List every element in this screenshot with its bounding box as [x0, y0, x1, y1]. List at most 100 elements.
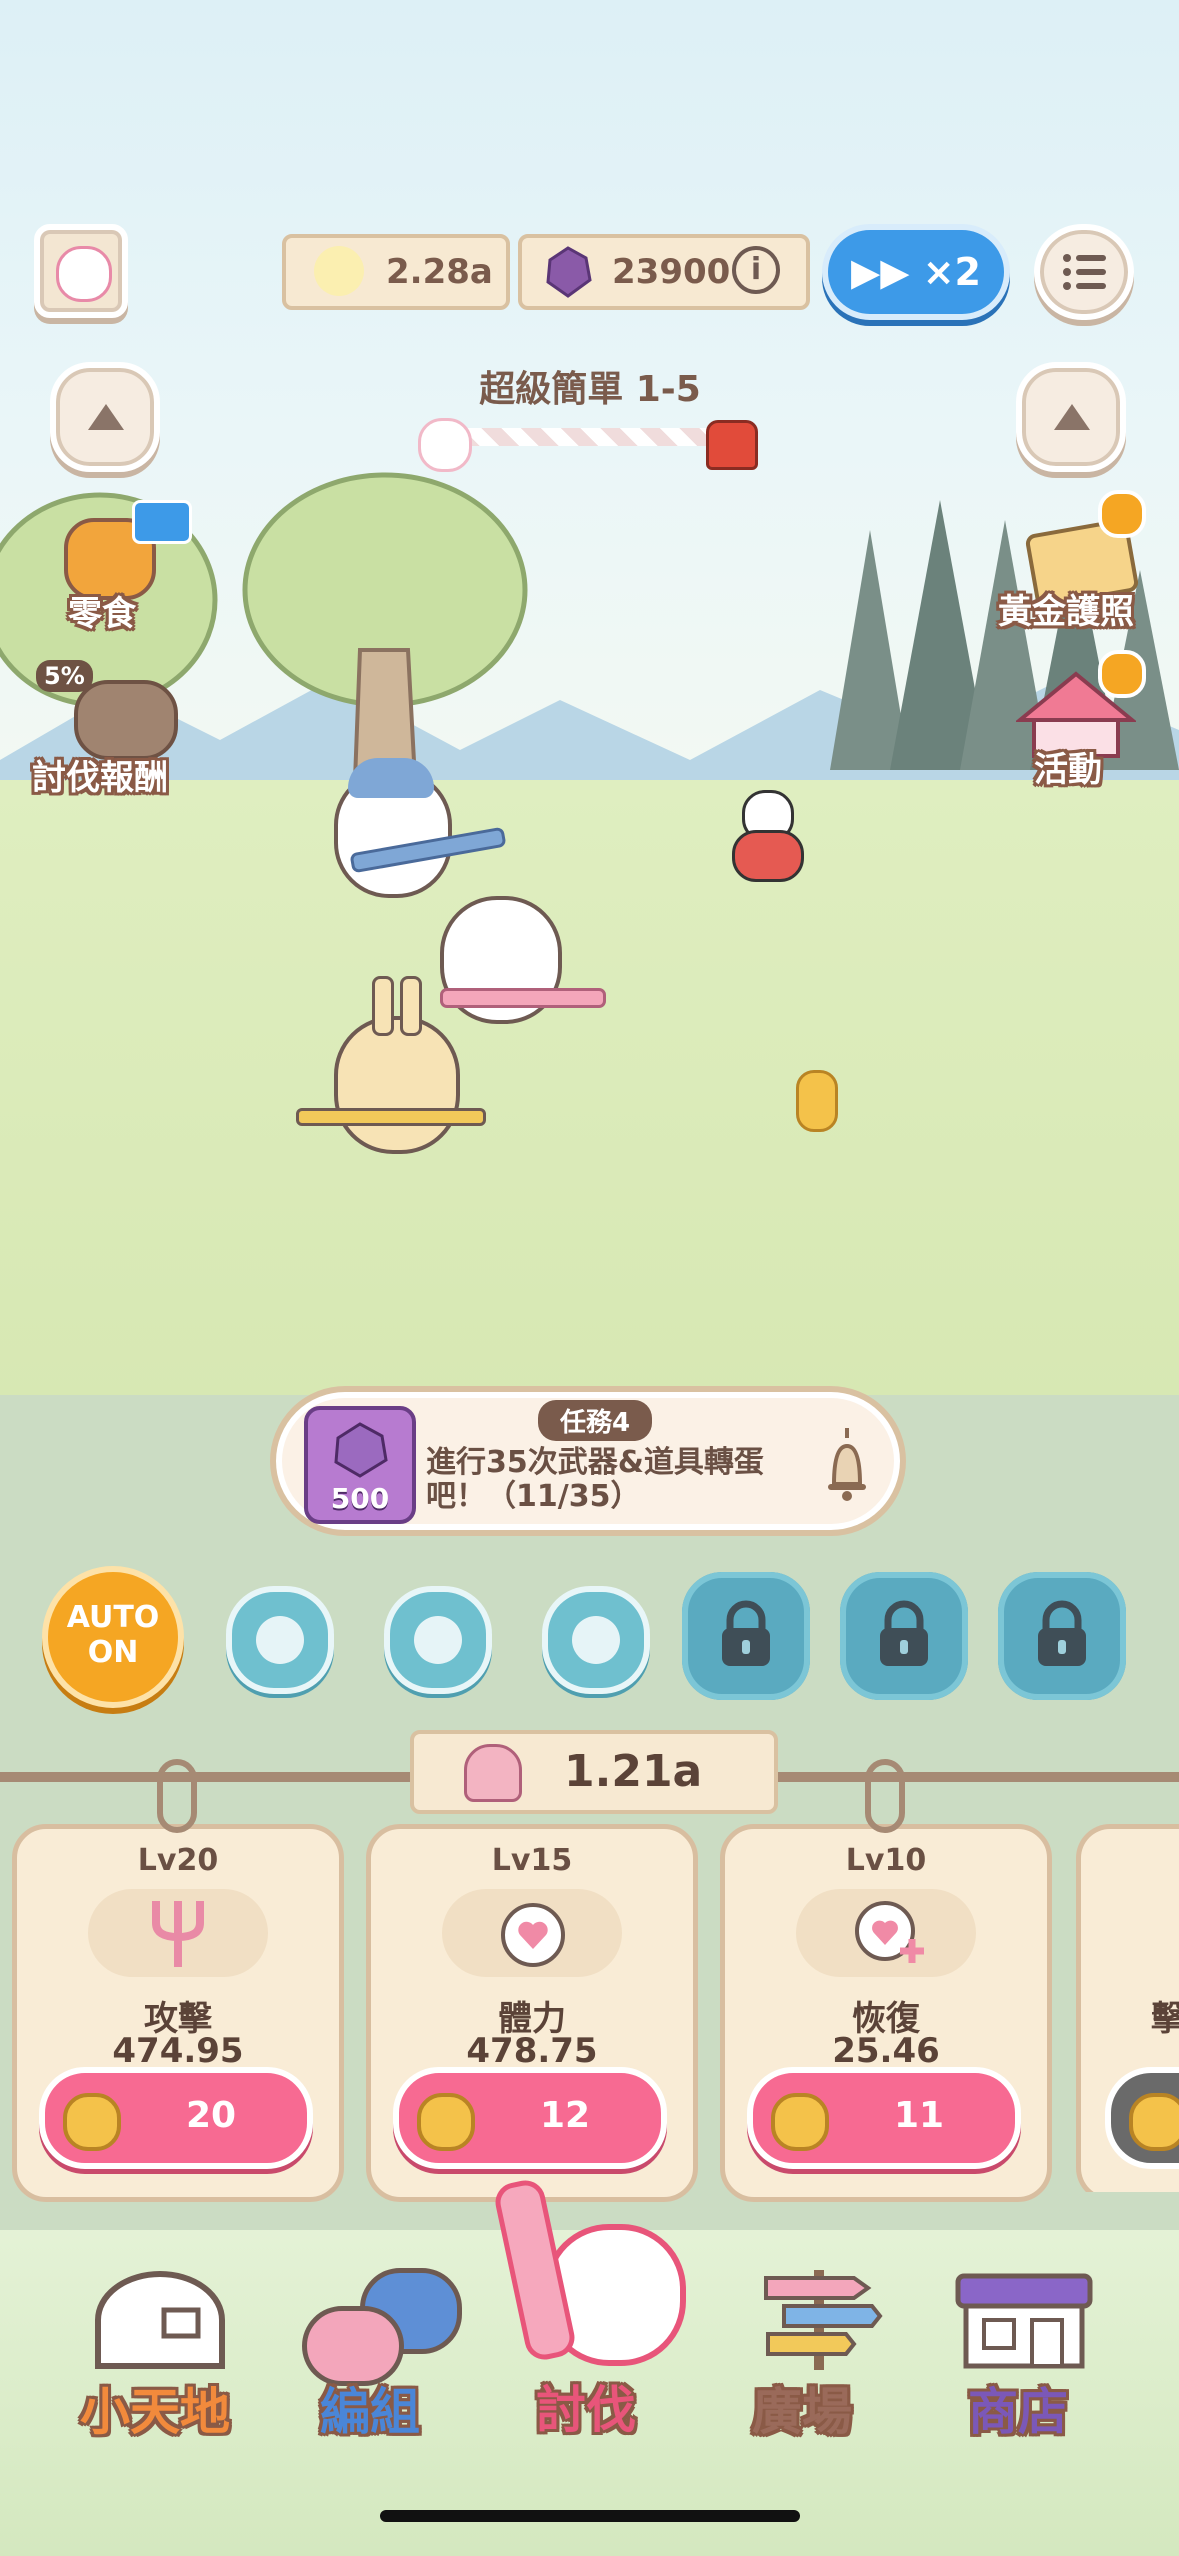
home-indicator: [380, 2510, 800, 2522]
hachiware-character: [334, 758, 452, 898]
reward-button[interactable]: 5% 討伐報酬: [30, 660, 200, 798]
skill-slot-1[interactable]: [226, 1586, 334, 1694]
lock-icon: [722, 1600, 770, 1666]
total-power-display: 1.21a: [410, 1730, 778, 1814]
grass-field: [0, 780, 1179, 1400]
profile-button[interactable]: [34, 224, 128, 318]
signpost-icon: [764, 2270, 883, 2370]
character-ears: [348, 758, 434, 798]
ladybug-enemy: [730, 790, 804, 882]
triangle-up-icon: [1054, 404, 1090, 430]
event-button[interactable]: 活動: [1000, 650, 1160, 790]
list-icon: [1063, 254, 1106, 290]
notification-dot: [1098, 650, 1146, 698]
attack-upgrade-button[interactable]: 20: [39, 2067, 313, 2169]
card-hook: [157, 1759, 197, 1833]
nav-battle[interactable]: 討伐: [470, 2170, 710, 2440]
shop-icon: [955, 2273, 1093, 2369]
gem-icon: [546, 246, 592, 298]
power-trident-icon: [464, 1744, 522, 1802]
heal-icon: [855, 1901, 924, 1963]
gem-counter: 23900 i: [518, 234, 810, 310]
nav-team[interactable]: 編組: [280, 2260, 480, 2441]
house-icon: [95, 2271, 225, 2369]
partial-card-clip: 擊: [1076, 1824, 1179, 2192]
boss-siren-icon: [706, 420, 758, 470]
stage-progress-bar: [440, 428, 730, 446]
skill-slot-3[interactable]: [542, 1586, 650, 1694]
mission-text: 進行35次武器&道具轉蛋吧！（11/35）: [426, 1445, 764, 1514]
mission-gem-reward: 500: [304, 1406, 416, 1524]
gold-amount: 2.28a: [386, 252, 493, 292]
golden-passport-button[interactable]: 黃金護照: [990, 490, 1160, 632]
coin-icon: [63, 2093, 121, 2151]
critical-upgrade-button[interactable]: [1105, 2067, 1179, 2169]
coin-icon: [771, 2093, 829, 2151]
stage-title: 超級簡單 1-5: [479, 369, 701, 410]
player-marker-icon: [418, 418, 472, 472]
card-level: Lv15: [491, 1843, 573, 1878]
card-icon-bg: [442, 1889, 622, 1977]
critical-upgrade-card: 擊: [1076, 1824, 1179, 2192]
nav-plaza[interactable]: 廣場: [730, 2260, 920, 2441]
reward-percent-badge: 5%: [36, 660, 93, 692]
auto-on-label: ON: [87, 1635, 139, 1670]
power-value: 1.21a: [564, 1746, 703, 1797]
locked-skill-slot-3[interactable]: [998, 1572, 1126, 1700]
upgrade-cost: 12: [539, 2095, 591, 2136]
card-value: 478.75: [466, 2031, 598, 2071]
health-upgrade-card: Lv15 體力 478.75 12: [366, 1824, 698, 2202]
card-icon-bg: [88, 1889, 268, 1977]
speed-x2-button[interactable]: ▶▶ ×2: [822, 224, 1010, 320]
reward-label: 討伐報酬: [32, 758, 168, 798]
snack-button[interactable]: 零食: [40, 500, 192, 634]
recovery-upgrade-card: Lv10 恢復 25.46 11: [720, 1759, 1052, 2202]
right-collapse-button[interactable]: [1016, 362, 1126, 472]
trident-icon: [152, 1901, 204, 1967]
attack-upgrade-card: Lv20 攻擊 474.95 20: [12, 1759, 344, 2202]
gem-icon: [334, 1422, 388, 1478]
gold-coin-icon: [314, 246, 364, 296]
left-collapse-button[interactable]: [50, 362, 160, 472]
skill-character-icon: [414, 1616, 462, 1664]
event-label: 活動: [1034, 750, 1102, 790]
skill-slot-2[interactable]: [384, 1586, 492, 1694]
auto-on-button[interactable]: AUTO ON: [42, 1566, 184, 1708]
health-upgrade-button[interactable]: 12: [393, 2067, 667, 2169]
heart-icon: [501, 1903, 565, 1967]
mission-gem-amount: 500: [330, 1482, 390, 1515]
recovery-upgrade-button[interactable]: 11: [747, 2067, 1021, 2169]
skill-character-icon: [572, 1616, 620, 1664]
card-icon-bg: [796, 1889, 976, 1977]
card-value: 25.46: [832, 2031, 940, 2071]
rabbit-ear: [372, 976, 394, 1036]
dropped-coin-icon: [796, 1070, 838, 1132]
notification-dot: [1098, 490, 1146, 538]
card-name: 擊: [1151, 1999, 1179, 2039]
locked-skill-slot-2[interactable]: [840, 1572, 968, 1700]
nav-battle-label: 討伐: [536, 2381, 636, 2439]
nav-shop[interactable]: 商店: [930, 2260, 1130, 2441]
enemy-body: [732, 830, 804, 882]
avatar-icon: [56, 246, 112, 302]
coin-icon: [417, 2093, 475, 2151]
gold-counter: 2.28a: [282, 234, 510, 310]
auto-label: AUTO: [66, 1600, 160, 1635]
card-level: Lv10: [845, 1843, 927, 1878]
nav-home[interactable]: 小天地: [60, 2260, 260, 2441]
mission-badge: 任務4: [538, 1400, 653, 1441]
video-ad-icon: [132, 500, 192, 544]
card-level: Lv20: [137, 1843, 219, 1878]
nav-team-label: 編組: [320, 2383, 420, 2441]
nav-shop-label: 商店: [968, 2383, 1068, 2441]
passport-label: 黃金護照: [998, 592, 1134, 632]
menu-button[interactable]: [1034, 224, 1134, 320]
upgrade-cost: 11: [893, 2095, 945, 2136]
usagi-character: [334, 976, 460, 1154]
weapon-staff: [296, 1108, 486, 1126]
mission-banner[interactable]: 500 任務4 進行35次武器&道具轉蛋吧！（11/35）: [270, 1386, 906, 1536]
skill-character-icon: [256, 1616, 304, 1664]
info-icon[interactable]: i: [732, 246, 780, 294]
locked-skill-slot-1[interactable]: [682, 1572, 810, 1700]
gem-amount: 23900: [612, 252, 731, 292]
